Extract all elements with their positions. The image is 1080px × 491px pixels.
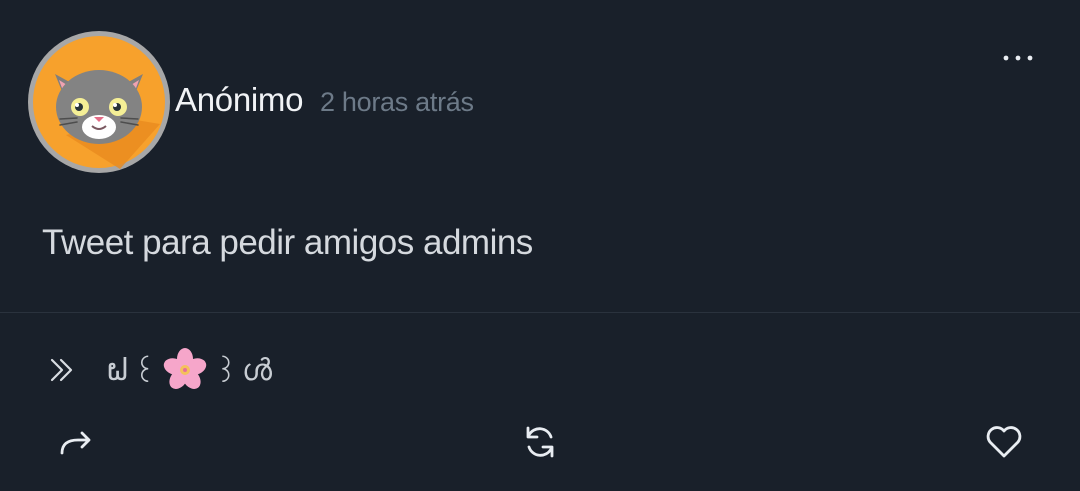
double-chevron-right-icon xyxy=(50,358,73,382)
share-arrow-icon xyxy=(60,431,91,455)
cherry-blossom-icon xyxy=(164,348,207,389)
repost-button[interactable] xyxy=(518,420,562,464)
tag-right-glyph: ൾ xyxy=(241,352,272,388)
post-tag-row[interactable]: ຝ ꒰ ꒱ ൾ xyxy=(48,345,272,395)
like-button[interactable] xyxy=(982,420,1026,464)
post-timestamp: 2 horas atrás xyxy=(320,87,474,117)
tag-right-bracket: ꒱ xyxy=(214,354,238,390)
tag-left-glyph: ຝ xyxy=(106,352,129,388)
share-button[interactable] xyxy=(54,420,98,464)
repost-icon xyxy=(526,426,554,458)
tag-label: ຝ ꒰ ꒱ ൾ xyxy=(106,347,272,393)
avatar[interactable] xyxy=(28,31,170,173)
more-options-icon xyxy=(1003,55,1033,61)
tag-left-bracket: ꒰ xyxy=(133,354,157,390)
gray-cat-avatar-icon xyxy=(33,36,165,169)
post-divider xyxy=(0,312,1080,313)
username[interactable]: Anónimo xyxy=(175,80,303,120)
more-options-button[interactable] xyxy=(996,40,1040,76)
post-card: Anónimo 2 horas atrás Tweet para pedir a… xyxy=(0,0,1080,491)
post-text: Tweet para pedir amigos admins xyxy=(42,223,533,262)
heart-icon xyxy=(986,426,1022,458)
